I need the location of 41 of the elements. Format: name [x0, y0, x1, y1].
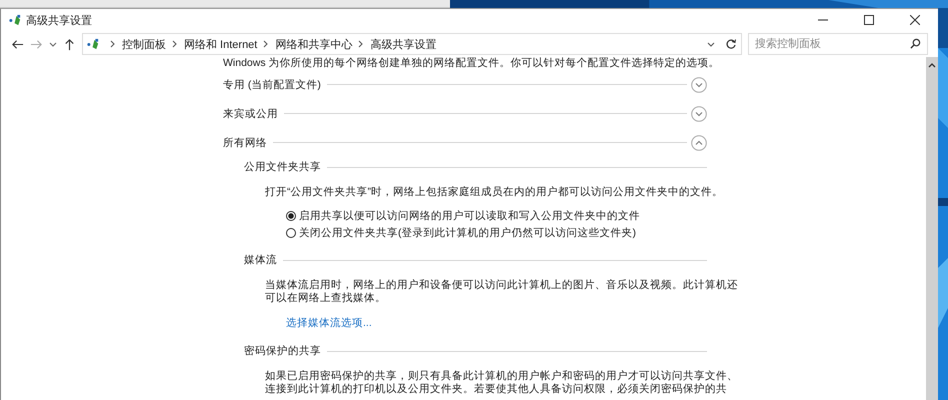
section-heading: 密码保护的共享	[244, 344, 321, 358]
network-icon	[87, 38, 100, 50]
chevron-icon	[172, 40, 178, 48]
description-text: 当媒体流启用时，网络上的用户和设备便可以访问此计算机上的图片、音乐以及视频。此计算机还 可以在网络上查找媒体。	[265, 279, 738, 305]
description-text: 打开“公用文件夹共享”时，网络上包括家庭组成员在内的用户都可以访问公用文件夹中的文件。	[265, 186, 723, 199]
search-field[interactable]: 搜索控制面板	[748, 33, 928, 55]
back-arrow-icon[interactable]	[11, 38, 24, 50]
chevron-icon	[358, 40, 364, 48]
section-heading: 媒体流	[244, 253, 277, 267]
media-streaming-link[interactable]: 选择媒体流选项...	[286, 316, 372, 330]
search-icon	[910, 38, 921, 49]
expand-icon[interactable]	[691, 76, 707, 92]
up-arrow-icon[interactable]	[63, 38, 76, 50]
refresh-icon[interactable]	[725, 38, 737, 50]
intro-text: Windows 为你所使用的每个网络创建单独的网络配置文件。你可以针对每个配置文件选择特定的选项。	[223, 57, 720, 70]
address-bar[interactable]: 控制面板 网络和 Internet 网络和共享中心 高级共享设置	[82, 33, 742, 55]
breadcrumb[interactable]: 控制面板	[122, 36, 166, 52]
network-icon	[9, 14, 22, 26]
scrollbar[interactable]	[926, 57, 938, 400]
profile-heading[interactable]: 来宾或公用	[223, 106, 278, 120]
window-title: 高级共享设置	[26, 14, 92, 28]
profile-heading[interactable]: 专用 (当前配置文件)	[223, 78, 321, 92]
section-heading: 公用文件夹共享	[244, 160, 321, 174]
breadcrumb[interactable]: 网络和共享中心	[275, 36, 352, 52]
description-text: 如果已启用密码保护的共享，则只有具备此计算机的用户帐户和密码的用户才可以访问共享文件、 连接到此计算机的打印机以及公用文件夹。若要使其他人具备访问权限，必须关闭密码保护的共	[265, 370, 738, 396]
radio-button[interactable]	[286, 211, 296, 221]
expand-icon[interactable]	[691, 106, 707, 122]
maximize-icon	[864, 15, 874, 25]
chevron-icon	[110, 40, 116, 48]
dropdown-icon[interactable]	[707, 40, 715, 48]
breadcrumb[interactable]: 网络和 Internet	[184, 36, 258, 52]
profile-heading[interactable]: 所有网络	[223, 136, 267, 150]
option-label[interactable]: 关闭公用文件夹共享(登录到此计算机的用户仍然可以访问这些文件夹)	[299, 226, 636, 240]
scroll-up-icon[interactable]	[928, 62, 936, 68]
collapse-icon[interactable]	[691, 134, 707, 150]
option-label[interactable]: 启用共享以便可以访问网络的用户可以读取和写入公用文件夹中的文件	[299, 209, 640, 223]
breadcrumb[interactable]: 高级共享设置	[370, 36, 436, 52]
radio-button[interactable]	[286, 228, 296, 238]
chevron-icon	[263, 40, 270, 48]
dropdown-icon[interactable]	[49, 40, 57, 48]
close-icon	[910, 15, 920, 25]
